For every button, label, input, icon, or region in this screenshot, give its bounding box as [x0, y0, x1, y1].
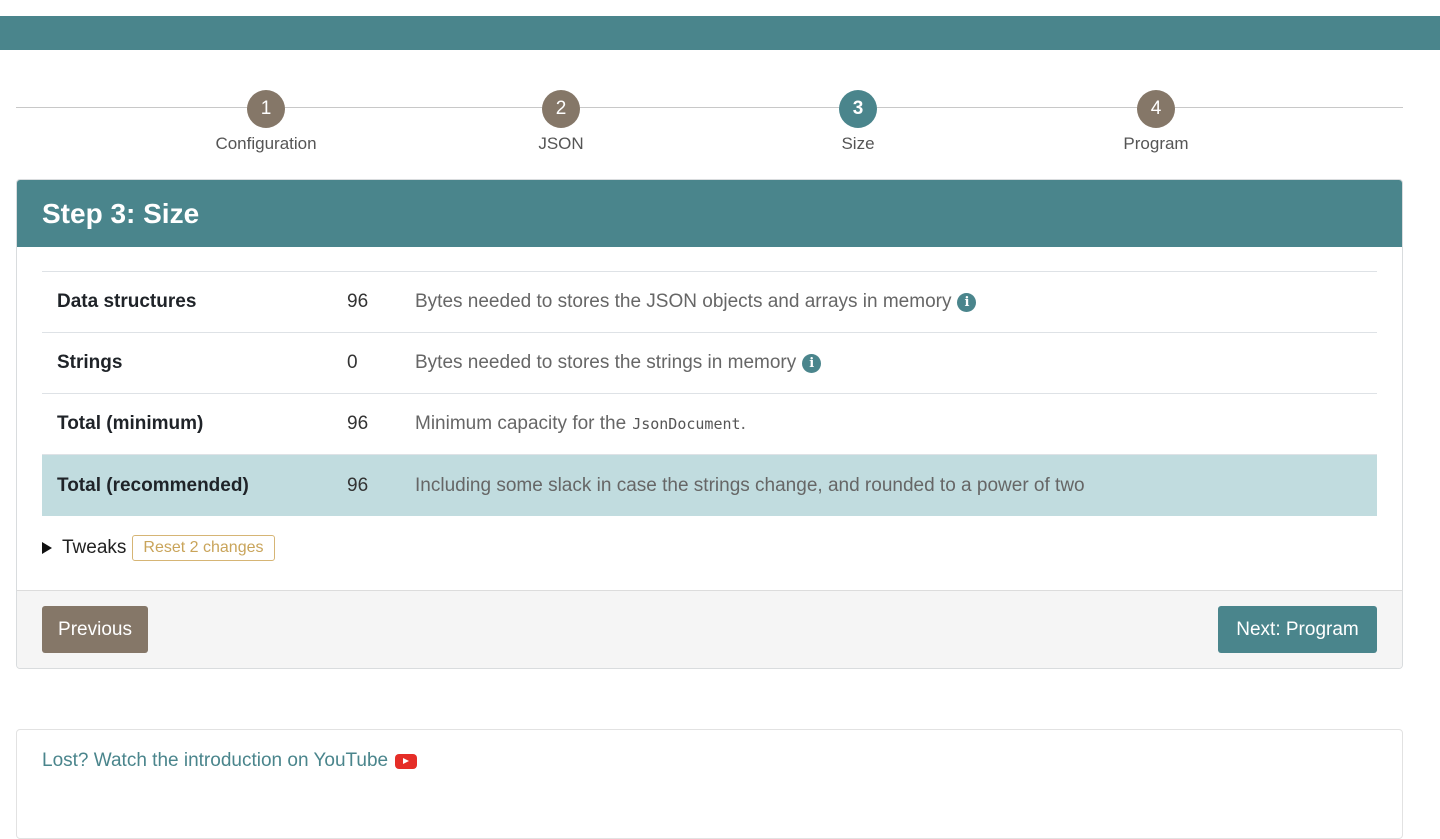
step-program[interactable]: 4 Program	[1056, 90, 1256, 154]
step-json[interactable]: 2 JSON	[461, 90, 661, 154]
step-label: Program	[1123, 134, 1189, 153]
step-label: Configuration	[215, 134, 317, 153]
top-banner	[0, 16, 1440, 50]
row-description: Minimum capacity for the JsonDocument .	[415, 413, 746, 435]
row-label: Data structures	[57, 291, 197, 312]
step-size[interactable]: 3 Size	[758, 90, 958, 154]
description-text: Bytes needed to stores the strings in me…	[415, 352, 797, 373]
previous-button[interactable]: Previous	[42, 606, 148, 653]
tweaks-disclosure[interactable]: Tweaks Reset 2 changes	[42, 535, 275, 561]
next-program-button[interactable]: Next: Program	[1218, 606, 1377, 653]
youtube-icon[interactable]	[395, 753, 418, 769]
help-card: Lost? Watch the introduction on YouTube	[16, 729, 1403, 839]
description-suffix: .	[740, 413, 746, 434]
row-value: 96	[347, 474, 369, 496]
tweaks-label[interactable]: Tweaks	[62, 537, 126, 559]
card-footer: Previous Next: Program	[17, 590, 1402, 668]
step-number: 4	[1137, 90, 1175, 128]
youtube-link[interactable]: Lost? Watch the introduction on YouTube	[42, 750, 418, 772]
row-label: Total (recommended)	[57, 474, 249, 496]
step-number: 1	[247, 90, 285, 128]
description-text: Bytes needed to stores the JSON objects …	[415, 291, 952, 312]
table-row-recommended: Total (recommended) 96 Including some sl…	[42, 455, 1377, 516]
info-icon[interactable]: i	[957, 292, 977, 312]
step-label: JSON	[538, 134, 584, 153]
wizard-stepper: 1 Configuration 2 JSON 3 Size 4 Program	[16, 88, 1403, 158]
row-label: Strings	[57, 352, 123, 373]
step-label: Size	[841, 134, 875, 153]
step-number: 2	[542, 90, 580, 128]
row-label: Total (minimum)	[57, 413, 204, 434]
description-text: Minimum capacity for the	[415, 413, 627, 434]
row-description: Including some slack in case the strings…	[415, 474, 1085, 496]
row-description: Bytes needed to stores the JSON objects …	[415, 291, 977, 313]
info-icon[interactable]: i	[802, 353, 822, 373]
row-value: 0	[347, 352, 358, 373]
row-description: Bytes needed to stores the strings in me…	[415, 352, 822, 374]
row-value: 96	[347, 291, 369, 312]
size-table: Data structures 96 Bytes needed to store…	[42, 271, 1377, 516]
table-row: Strings 0 Bytes needed to stores the str…	[42, 333, 1377, 394]
code-jsondocument: JsonDocument	[632, 415, 741, 433]
table-row: Data structures 96 Bytes needed to store…	[42, 272, 1377, 333]
table-row: Total (minimum) 96 Minimum capacity for …	[42, 394, 1377, 455]
row-value: 96	[347, 413, 369, 434]
card-body: Data structures 96 Bytes needed to store…	[17, 247, 1402, 591]
size-card: Step 3: Size Data structures 96 Bytes ne…	[16, 179, 1403, 669]
disclosure-triangle-icon[interactable]	[42, 542, 52, 554]
card-title: Step 3: Size	[17, 180, 1402, 247]
step-configuration[interactable]: 1 Configuration	[166, 90, 366, 154]
reset-changes-button[interactable]: Reset 2 changes	[132, 535, 275, 561]
step-number: 3	[839, 90, 877, 128]
help-text[interactable]: Lost? Watch the introduction on YouTube	[42, 750, 388, 772]
